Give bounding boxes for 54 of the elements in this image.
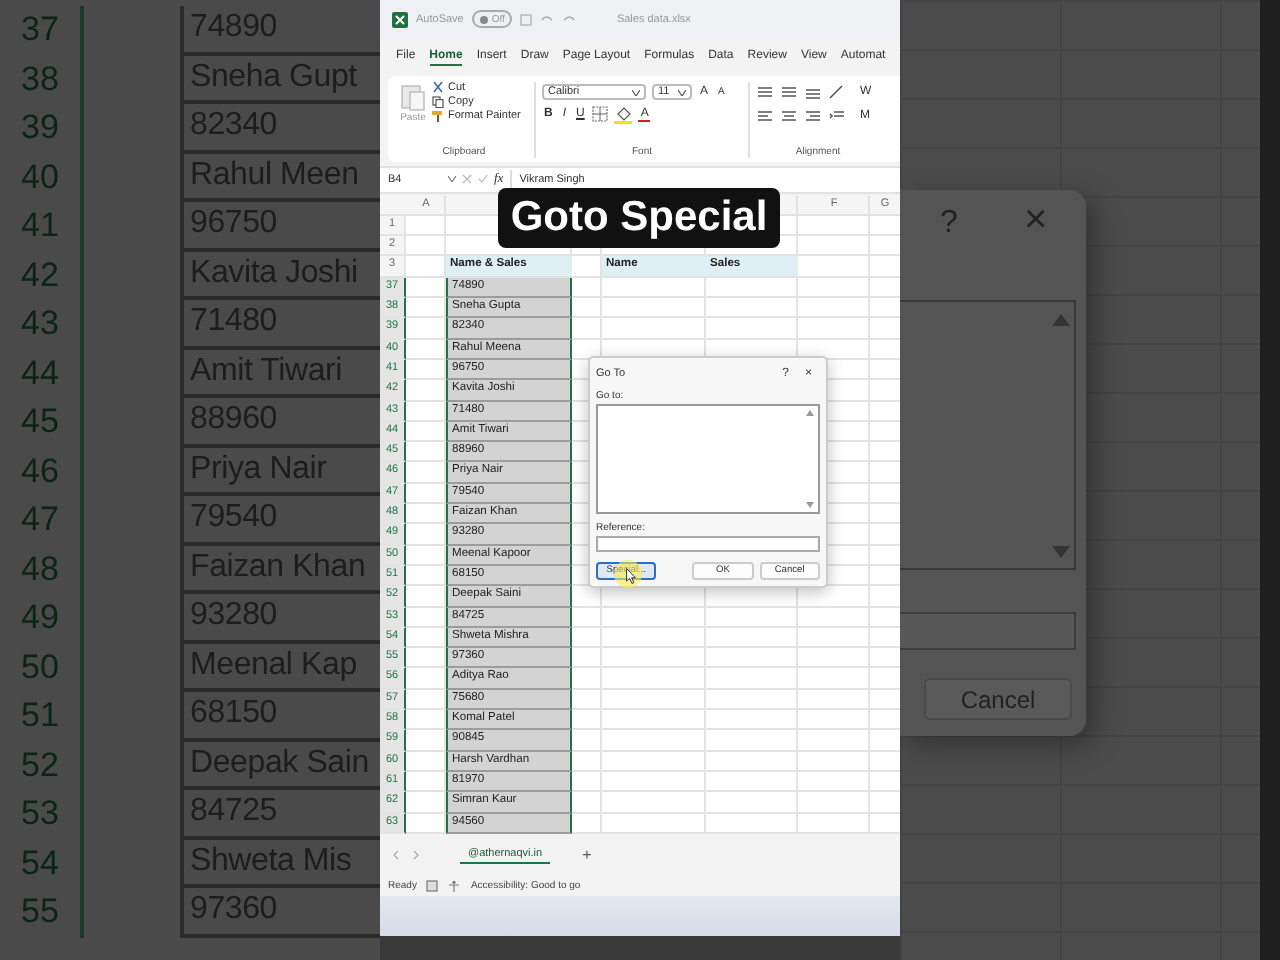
next-sheet-icon[interactable] bbox=[412, 849, 420, 860]
video-caption: Goto Special bbox=[498, 188, 780, 248]
previous-sheet-icon[interactable] bbox=[392, 849, 400, 860]
row-number: 49 bbox=[19, 596, 61, 640]
scissors-icon bbox=[432, 81, 444, 94]
caret-icon bbox=[678, 89, 686, 96]
toggle-knob bbox=[479, 15, 488, 24]
cancel-icon[interactable] bbox=[462, 174, 472, 185]
row-number: 44 bbox=[19, 351, 61, 395]
row-number: 50 bbox=[19, 645, 61, 689]
row-number: 39 bbox=[19, 106, 61, 150]
align-center-icon[interactable] bbox=[780, 108, 798, 125]
row-number: 45 bbox=[19, 400, 61, 444]
fill-color-icon[interactable] bbox=[614, 105, 633, 124]
row-number: 52 bbox=[19, 743, 61, 787]
row-number: 46 bbox=[19, 449, 61, 493]
copy-icon bbox=[432, 95, 444, 108]
row-number: 38 bbox=[19, 57, 61, 101]
align-bottom-icon[interactable] bbox=[804, 84, 822, 101]
scroll-down-icon[interactable] bbox=[1052, 546, 1070, 558]
align-right-icon[interactable] bbox=[804, 108, 822, 125]
reference-field[interactable] bbox=[596, 536, 820, 552]
undo-icon[interactable] bbox=[540, 13, 555, 26]
row-number: 54 bbox=[19, 841, 61, 885]
add-sheet-button[interactable]: + bbox=[582, 845, 592, 864]
row-number: 47 bbox=[19, 498, 61, 542]
row-number: 51 bbox=[19, 694, 61, 738]
row-number: 41 bbox=[19, 204, 61, 248]
row-number: 55 bbox=[19, 890, 61, 934]
align-middle-icon[interactable] bbox=[780, 84, 798, 101]
align-left-icon[interactable] bbox=[756, 108, 774, 125]
accessibility-icon[interactable] bbox=[448, 879, 461, 892]
macro-icon[interactable] bbox=[426, 879, 439, 892]
row-number: 53 bbox=[19, 792, 61, 836]
align-top-icon[interactable] bbox=[756, 84, 774, 101]
clipboard-icon bbox=[400, 81, 426, 112]
brush-icon bbox=[432, 109, 444, 122]
scroll-up-icon[interactable] bbox=[1052, 314, 1070, 326]
row-number: 43 bbox=[19, 302, 61, 346]
app-icon bbox=[392, 11, 408, 28]
caret-icon bbox=[448, 176, 456, 183]
redo-icon[interactable] bbox=[562, 13, 577, 26]
input-field[interactable] bbox=[900, 612, 1076, 650]
row-number: 48 bbox=[19, 547, 61, 591]
row-number: 37 bbox=[19, 8, 61, 52]
orientation-icon[interactable] bbox=[828, 84, 846, 101]
check-icon[interactable] bbox=[478, 174, 488, 185]
row-number: 40 bbox=[19, 155, 61, 199]
row-number: 42 bbox=[19, 253, 61, 297]
borders-icon[interactable] bbox=[592, 106, 609, 123]
caret-icon bbox=[632, 89, 640, 96]
scroll-up-icon[interactable] bbox=[806, 410, 814, 417]
list-box[interactable] bbox=[596, 404, 820, 514]
save-icon[interactable] bbox=[520, 13, 533, 26]
